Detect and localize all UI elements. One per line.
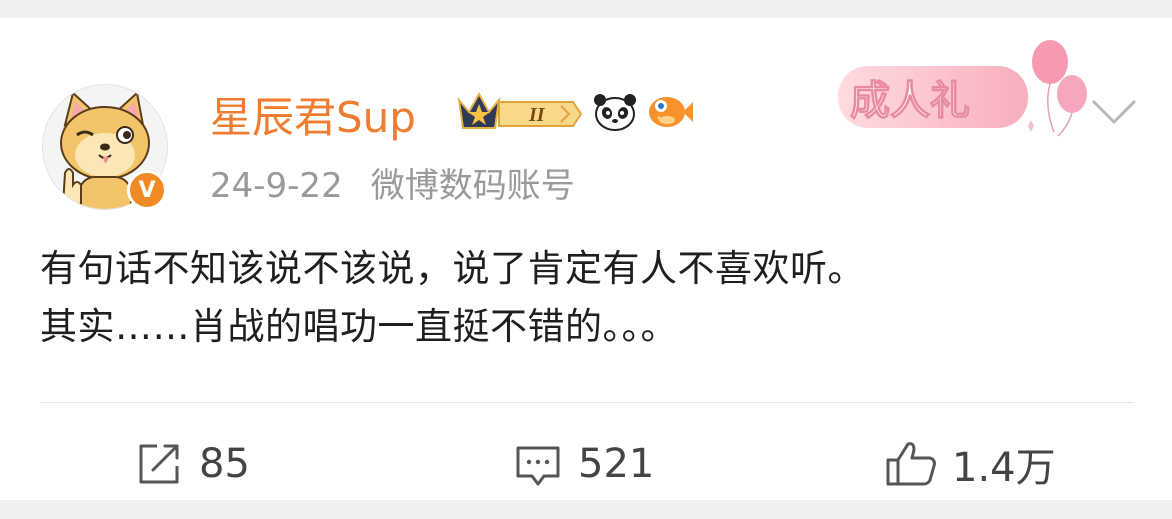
balloon-banner-icon: 成人礼 xyxy=(838,40,1087,137)
comment-count: 521 xyxy=(578,441,655,487)
user-badges: II xyxy=(455,88,695,136)
repost-icon xyxy=(139,444,179,484)
post-meta: 24-9-22 微博数码账号 xyxy=(210,163,575,209)
ceremony-label: 成人礼 xyxy=(850,78,970,124)
divider xyxy=(40,402,1134,403)
panda-icon[interactable] xyxy=(591,88,639,136)
weibo-post-card: V 星辰君Sup II 24-9-22 微博数码账号 成人礼 有句话不知该说不该… xyxy=(0,18,1172,500)
comment-icon xyxy=(516,446,560,486)
vip-crown-level-icon[interactable]: II xyxy=(455,88,585,136)
ceremony-decoration: 成人礼 xyxy=(832,36,1102,146)
post-text-line: 有句话不知该说不该说，说了肯定有人不喜欢听。 xyxy=(40,247,865,290)
post-date: 24-9-22 xyxy=(210,166,343,206)
puffer-fish-icon[interactable] xyxy=(645,88,695,136)
post-text: 有句话不知该说不该说，说了肯定有人不喜欢听。 其实……肖战的唱功一直挺不错的。。… xyxy=(40,240,1140,356)
repost-count: 85 xyxy=(199,441,250,487)
account-type: 微博数码账号 xyxy=(370,166,575,206)
svg-text:II: II xyxy=(528,104,546,126)
comment-button[interactable]: 521 xyxy=(512,436,654,492)
like-count: 1.4万 xyxy=(952,445,1056,491)
username[interactable]: 星辰君Sup xyxy=(210,90,416,146)
chevron-down-icon[interactable] xyxy=(1088,92,1140,132)
verified-badge-icon: V xyxy=(127,170,167,210)
post-text-line: 其实……肖战的唱功一直挺不错的。。。 xyxy=(40,305,678,348)
thumbs-up-icon xyxy=(886,442,936,486)
like-button[interactable]: 1.4万 xyxy=(884,436,1056,492)
repost-button[interactable]: 85 xyxy=(133,436,250,492)
